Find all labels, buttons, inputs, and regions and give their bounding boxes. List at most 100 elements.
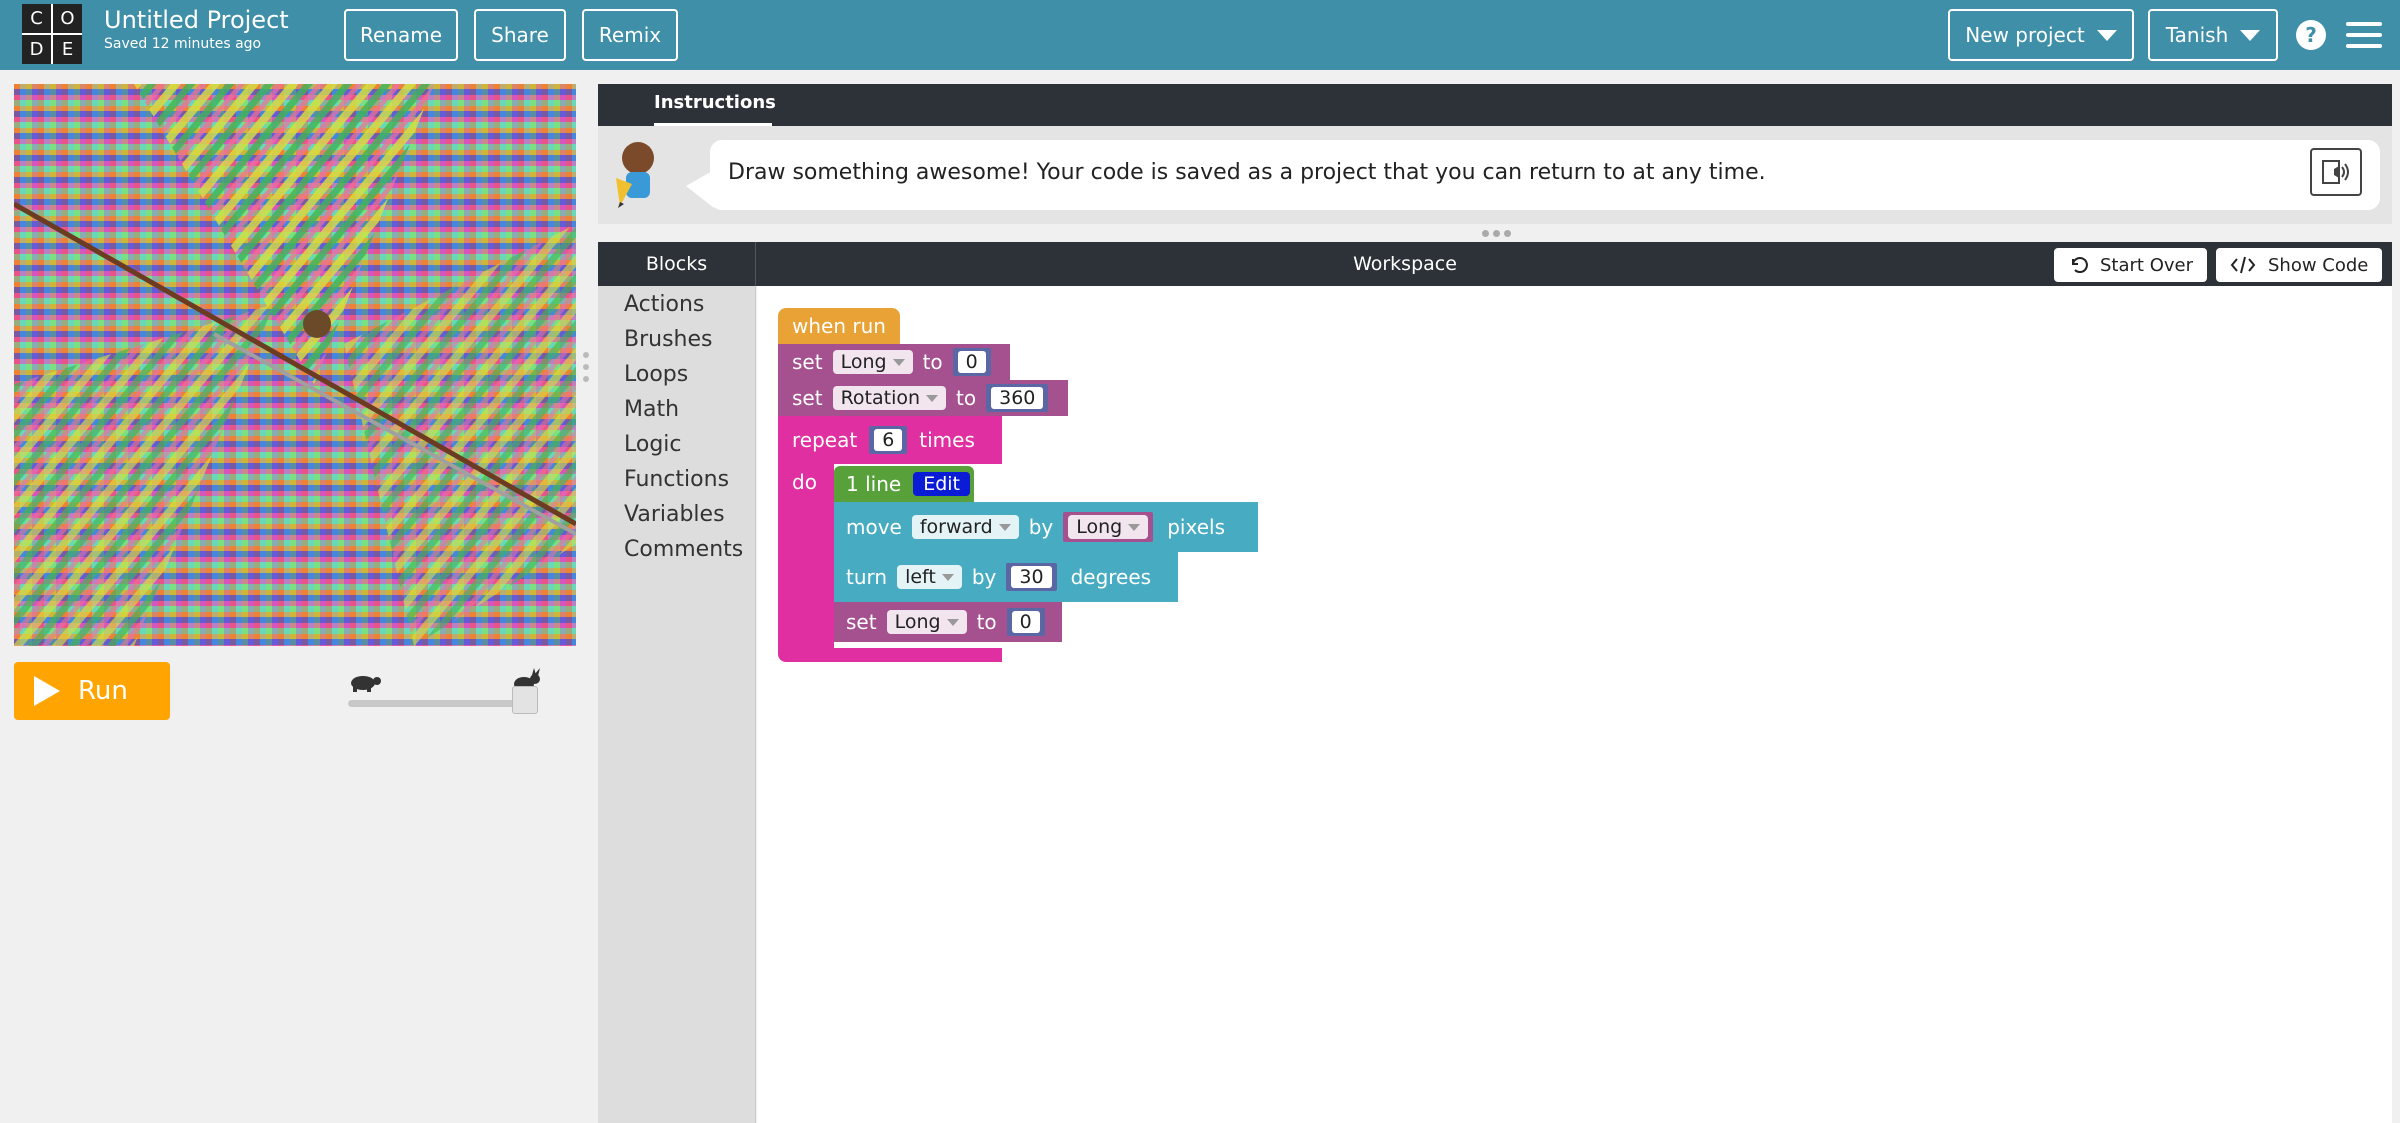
instructions-header <box>598 84 2392 126</box>
degrees-keyword: degrees <box>1070 565 1152 589</box>
move-block[interactable]: move forward by Long pixels <box>834 502 1258 552</box>
show-code-label: Show Code <box>2268 254 2369 276</box>
direction-value: forward <box>919 516 993 538</box>
logo-letter-d: D <box>22 35 51 64</box>
dropdown-caret-icon <box>892 358 905 366</box>
number-block[interactable]: 0 <box>952 348 991 376</box>
variable-dropdown[interactable]: Long <box>886 610 967 634</box>
play-icon <box>34 676 60 706</box>
when-run-block[interactable]: when run <box>778 308 900 344</box>
number-block[interactable]: 0 <box>1006 608 1045 636</box>
user-name: Tanish <box>2165 23 2229 47</box>
variable-getter-block[interactable]: Long <box>1063 512 1154 542</box>
run-label: Run <box>78 676 128 706</box>
to-keyword: to <box>976 610 997 634</box>
variable-name: Long <box>1076 516 1123 538</box>
number-block[interactable]: 360 <box>986 384 1049 412</box>
tab-instructions[interactable]: Instructions <box>654 92 776 126</box>
show-code-button[interactable]: Show Code <box>2216 248 2383 282</box>
set-keyword: set <box>792 350 823 374</box>
text-to-speech-icon[interactable] <box>2310 148 2362 196</box>
direction-dropdown[interactable]: forward <box>911 515 1019 539</box>
dropdown-caret-icon <box>1128 523 1141 531</box>
dropdown-caret-icon <box>998 523 1011 531</box>
edit-function-button[interactable]: Edit <box>913 472 970 496</box>
category-loops[interactable]: Loops <box>624 362 688 387</box>
instructions-text: Draw something awesome! Your code is sav… <box>728 160 1766 185</box>
repeat-block-footer <box>778 648 1002 662</box>
category-actions[interactable]: Actions <box>624 292 704 317</box>
run-button[interactable]: Run <box>14 662 170 720</box>
number-block[interactable]: 6 <box>869 426 908 454</box>
direction-dropdown[interactable]: left <box>897 565 962 589</box>
variable-dropdown[interactable]: Long <box>1068 515 1149 539</box>
category-comments[interactable]: Comments <box>624 537 743 562</box>
start-over-button[interactable]: Start Over <box>2054 248 2207 282</box>
set-long-block[interactable]: set Long to 0 <box>778 344 1010 380</box>
help-icon[interactable]: ? <box>2296 20 2326 50</box>
set-keyword: set <box>846 610 877 634</box>
code-org-logo[interactable]: C O D E <box>22 4 82 64</box>
saved-status: Saved 12 minutes ago <box>104 36 262 52</box>
chevron-down-icon <box>2240 29 2261 41</box>
dropdown-caret-icon <box>941 573 954 581</box>
function-call-block[interactable]: 1 line Edit <box>834 466 974 502</box>
pixels-keyword: pixels <box>1167 515 1225 539</box>
by-keyword: by <box>971 565 997 589</box>
function-name: 1 line <box>846 472 902 496</box>
character-avatar <box>610 138 666 212</box>
turtle-icon <box>348 672 382 696</box>
category-functions[interactable]: Functions <box>624 467 729 492</box>
when-run-label: when run <box>792 314 886 338</box>
repeat-count[interactable]: 6 <box>874 429 903 451</box>
by-keyword: by <box>1028 515 1054 539</box>
category-math[interactable]: Math <box>624 397 679 422</box>
logo-letter-c: C <box>22 4 51 33</box>
chevron-down-icon <box>2096 29 2117 41</box>
blocks-header: Blocks <box>598 242 756 286</box>
category-brushes[interactable]: Brushes <box>624 327 712 352</box>
variable-dropdown[interactable]: Long <box>832 350 913 374</box>
move-keyword: move <box>846 515 902 539</box>
panel-resize-handle[interactable] <box>583 352 589 382</box>
turn-keyword: turn <box>846 565 888 589</box>
dropdown-caret-icon <box>946 618 959 626</box>
repeat-block[interactable]: repeat 6 times <box>778 416 1002 464</box>
new-project-dropdown[interactable]: New project <box>1948 9 2134 61</box>
do-keyword: do <box>792 470 817 494</box>
top-bar: C O D E Untitled Project Saved 12 minute… <box>0 0 2400 70</box>
share-button[interactable]: Share <box>474 9 566 61</box>
number-value[interactable]: 0 <box>957 351 986 373</box>
set-rotation-block[interactable]: set Rotation to 360 <box>778 380 1068 416</box>
instructions-resize-handle[interactable] <box>1482 230 1511 237</box>
rename-button[interactable]: Rename <box>344 9 458 61</box>
start-over-label: Start Over <box>2100 254 2193 276</box>
number-block[interactable]: 30 <box>1006 563 1057 591</box>
logo-letter-e: E <box>53 35 82 64</box>
variable-name: Long <box>840 351 887 373</box>
direction-value: left <box>905 566 936 588</box>
set-long-block-inner[interactable]: set Long to 0 <box>834 602 1062 642</box>
project-title: Untitled Project <box>104 6 289 34</box>
speed-slider-track[interactable] <box>348 700 538 707</box>
set-keyword: set <box>792 386 823 410</box>
turn-block[interactable]: turn left by 30 degrees <box>834 552 1178 602</box>
hamburger-menu-icon[interactable] <box>2346 22 2382 48</box>
remix-button[interactable]: Remix <box>582 9 678 61</box>
times-keyword: times <box>919 428 975 452</box>
variable-dropdown[interactable]: Rotation <box>832 386 947 410</box>
undo-icon <box>2072 257 2088 273</box>
number-value[interactable]: 30 <box>1011 566 1052 588</box>
number-value[interactable]: 360 <box>991 387 1044 409</box>
user-menu-dropdown[interactable]: Tanish <box>2148 9 2278 61</box>
logo-letter-o: O <box>53 4 82 33</box>
artist-drawing <box>14 84 576 646</box>
new-project-label: New project <box>1965 23 2085 47</box>
number-value[interactable]: 0 <box>1011 611 1040 633</box>
variable-name: Rotation <box>840 387 921 409</box>
speed-slider-thumb[interactable] <box>512 686 538 714</box>
category-logic[interactable]: Logic <box>624 432 682 457</box>
repeat-keyword: repeat <box>792 428 858 452</box>
workspace-title: Workspace <box>1353 253 1457 275</box>
category-variables[interactable]: Variables <box>624 502 725 527</box>
